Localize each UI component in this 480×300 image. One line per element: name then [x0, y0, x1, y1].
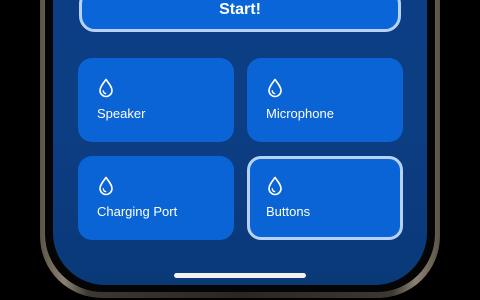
drop-icon: [268, 78, 282, 98]
tile-microphone[interactable]: Microphone: [247, 58, 403, 142]
tile-charging-port[interactable]: Charging Port: [78, 156, 234, 240]
start-button[interactable]: Start!: [79, 0, 401, 32]
stage: Start! Speaker Microphone Charging Port: [0, 0, 480, 300]
drop-icon: [268, 176, 282, 196]
start-button-label: Start!: [219, 1, 261, 18]
tile-speaker[interactable]: Speaker: [78, 58, 234, 142]
tile-speaker-label: Speaker: [97, 106, 146, 121]
tile-buttons[interactable]: Buttons: [247, 156, 403, 240]
drop-icon: [99, 78, 113, 98]
home-indicator[interactable]: [174, 273, 306, 278]
tile-microphone-label: Microphone: [266, 106, 334, 121]
screen: Start! Speaker Microphone Charging Port: [53, 0, 427, 285]
tile-buttons-label: Buttons: [266, 204, 311, 219]
drop-icon: [99, 176, 113, 196]
tile-charging-port-label: Charging Port: [97, 204, 178, 219]
